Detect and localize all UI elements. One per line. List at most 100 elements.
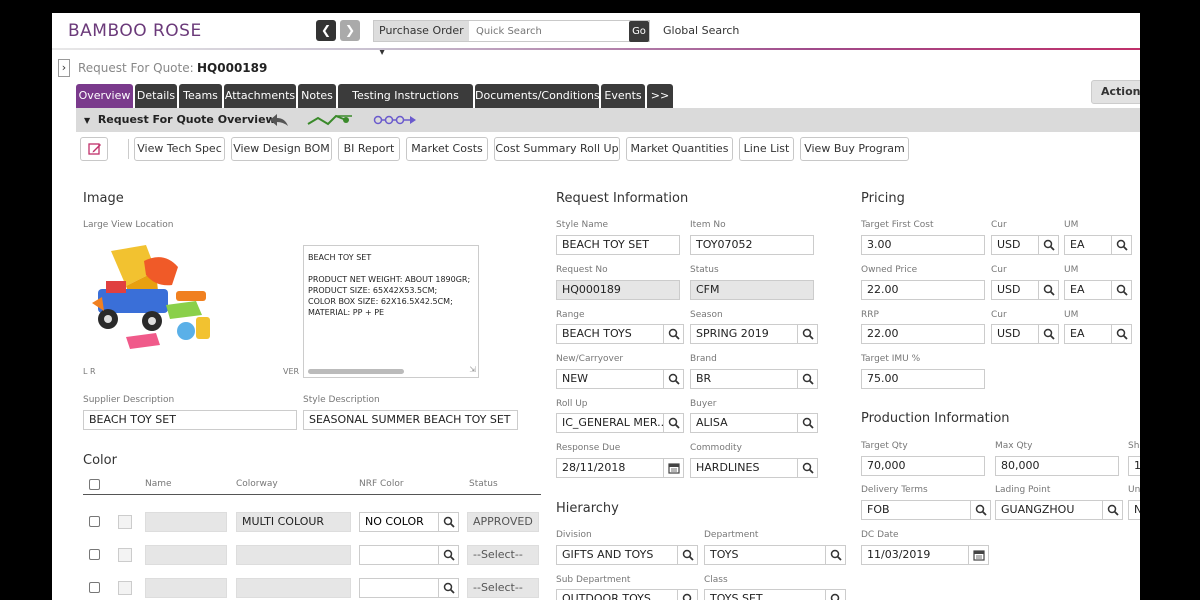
lading-point-field[interactable]: GUANGZHOU [995,500,1103,520]
colorway-field[interactable] [236,545,351,565]
color-image-icon[interactable] [118,548,132,562]
nrf-lookup-button[interactable] [439,545,459,565]
um-field[interactable]: EA [1064,280,1112,300]
class-field[interactable]: TOYS SET [704,589,826,600]
color-image-icon[interactable] [118,515,132,529]
colorway-field[interactable]: MULTI COLOUR [236,512,351,532]
nrf-color-field[interactable] [359,578,439,598]
sidebar-toggle[interactable]: › [58,59,70,77]
product-description-box[interactable]: BEACH TOY SET PRODUCT NET WEIGHT: ABOUT … [303,245,479,378]
forward-nav-button[interactable]: ❯ [340,20,360,41]
buyer-lookup-button[interactable] [798,413,818,433]
market-quantities-button[interactable]: Market Quantities [626,137,733,161]
target-qty-field[interactable]: 70,000 [861,456,985,476]
status-chain-icon[interactable] [372,113,418,127]
shipping-field-partial[interactable]: 1. [1128,456,1140,476]
owned-price-field[interactable]: 22.00 [861,280,985,300]
color-name-field[interactable] [145,578,227,598]
dc-date-picker[interactable] [969,545,989,565]
new-carryover-lookup-button[interactable] [664,369,684,389]
horizontal-scrollbar[interactable] [308,369,404,374]
view-design-bom-button[interactable]: View Design BOM [231,137,332,161]
color-image-icon[interactable] [118,581,132,595]
currency-field[interactable]: USD [991,324,1039,344]
dc-date-field[interactable]: 11/03/2019 [861,545,969,565]
nrf-color-field[interactable] [359,545,439,565]
tab-events[interactable]: Events [601,84,645,108]
target-first-cost-field[interactable]: 3.00 [861,235,985,255]
currency-field[interactable]: USD [991,280,1039,300]
tab-testing-instructions[interactable]: Testing Instructions [338,84,473,108]
line-list-button[interactable]: Line List [739,137,794,161]
tab-overview[interactable]: Overview [76,84,133,108]
response-due-date-picker[interactable] [664,458,684,478]
row-checkbox[interactable] [89,549,100,560]
status-select[interactable]: --Select-- [467,578,539,598]
style-description-field[interactable]: SEASONAL SUMMER BEACH TOY SET [303,410,518,430]
um-field[interactable]: EA [1064,235,1112,255]
brand-field[interactable]: BR [690,369,798,389]
back-nav-button[interactable]: ❮ [316,20,336,41]
range-field[interactable]: BEACH TOYS [556,324,664,344]
new-carryover-field[interactable]: NEW [556,369,664,389]
actions-button[interactable]: Actions. [1091,80,1140,104]
tab-teams[interactable]: Teams [179,84,222,108]
buyer-field[interactable]: ALISA [690,413,798,433]
workflow-icon[interactable] [306,112,354,128]
unit-field-partial[interactable]: N [1128,500,1140,520]
lading-point-lookup-button[interactable] [1103,500,1123,520]
currency-field[interactable]: USD [991,235,1039,255]
supplier-description-field[interactable]: BEACH TOY SET [83,410,297,430]
um-field[interactable]: EA [1064,324,1112,344]
item-no-field[interactable]: TOY07052 [690,235,814,255]
resize-handle-icon[interactable]: ⇲ [469,364,476,375]
color-name-field[interactable] [145,512,227,532]
view-buy-program-button[interactable]: View Buy Program [800,137,909,161]
department-lookup-button[interactable] [826,545,846,565]
division-field[interactable]: GIFTS AND TOYS [556,545,678,565]
commodity-field[interactable]: HARDLINES [690,458,798,478]
currency-lookup-button[interactable] [1039,280,1059,300]
range-lookup-button[interactable] [664,324,684,344]
currency-lookup-button[interactable] [1039,235,1059,255]
season-field[interactable]: SPRING 2019 [690,324,798,344]
overview-toggle[interactable]: ▼ Request For Quote Overview [84,113,276,126]
search-input[interactable] [471,21,649,41]
colorway-field[interactable] [236,578,351,598]
delivery-terms-lookup-button[interactable] [971,500,991,520]
commodity-lookup-button[interactable] [798,458,818,478]
season-lookup-button[interactable] [798,324,818,344]
market-costs-button[interactable]: Market Costs [406,137,488,161]
roll-up-field[interactable]: IC_GENERAL MER... [556,413,664,433]
currency-lookup-button[interactable] [1039,324,1059,344]
sub-department-field[interactable]: OUTDOOR TOYS [556,589,678,600]
class-lookup-button[interactable] [826,589,846,600]
tab-details[interactable]: Details [135,84,177,108]
nrf-lookup-button[interactable] [439,512,459,532]
product-image[interactable] [86,241,216,359]
target-imu-field[interactable]: 75.00 [861,369,985,389]
search-type-select[interactable]: Purchase Order ▼ [374,21,469,56]
status-select[interactable]: --Select-- [467,545,539,565]
color-name-field[interactable] [145,545,227,565]
department-field[interactable]: TOYS [704,545,826,565]
brand-lookup-button[interactable] [798,369,818,389]
response-due-field[interactable]: 28/11/2018 [556,458,664,478]
nrf-color-field[interactable]: NO COLOR [359,512,439,532]
delivery-terms-field[interactable]: FOB [861,500,971,520]
um-lookup-button[interactable] [1112,324,1132,344]
return-arrow-icon[interactable] [268,112,290,128]
style-name-field[interactable]: BEACH TOY SET [556,235,680,255]
cost-summary-roll-up-button[interactable]: Cost Summary Roll Up [494,137,620,161]
tab-attachments[interactable]: Attachments [224,84,296,108]
division-lookup-button[interactable] [678,545,698,565]
go-button[interactable]: Go [629,21,649,42]
roll-up-lookup-button[interactable] [664,413,684,433]
view-tech-spec-button[interactable]: View Tech Spec [134,137,225,161]
global-search-link[interactable]: Global Search [663,24,739,37]
tab-notes[interactable]: Notes [298,84,336,108]
row-checkbox[interactable] [89,582,100,593]
bi-report-button[interactable]: BI Report [338,137,400,161]
tab-more[interactable]: >> [647,84,673,108]
um-lookup-button[interactable] [1112,280,1132,300]
